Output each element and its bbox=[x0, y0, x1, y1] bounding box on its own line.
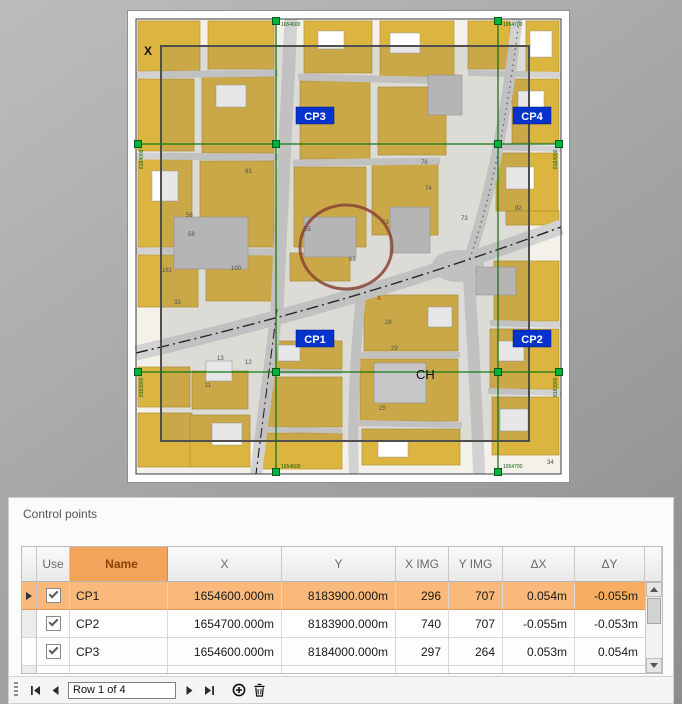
y-img-cell[interactable]: 707 bbox=[449, 610, 503, 638]
header-scroll-corner bbox=[645, 547, 662, 582]
delta-y-cell[interactable]: 0.054m bbox=[575, 638, 645, 666]
control-points-panel: Control points Use Name X Y X IMG Y IMG … bbox=[8, 497, 674, 704]
grid-y-label: 8184000 bbox=[553, 149, 559, 169]
x-img-cell[interactable]: 296 bbox=[396, 582, 449, 610]
control-points-grid: Use Name X Y X IMG Y IMG ΔX ΔY CP1 16546… bbox=[21, 546, 663, 674]
previous-record-button[interactable] bbox=[45, 680, 65, 700]
scroll-up-button[interactable] bbox=[646, 582, 662, 597]
add-plus-circle-icon bbox=[232, 683, 246, 697]
cp1-map-label[interactable]: CP1 bbox=[296, 330, 334, 347]
last-record-button[interactable] bbox=[199, 680, 219, 700]
previous-record-icon bbox=[50, 685, 61, 696]
cp2-map-label[interactable]: CP2 bbox=[513, 330, 551, 347]
header-delta-y[interactable]: ΔY bbox=[575, 547, 645, 582]
y-cell[interactable]: 8183900.000m bbox=[282, 610, 396, 638]
grid-x-label: 1654700 bbox=[503, 464, 523, 470]
name-cell[interactable]: CP1 bbox=[70, 582, 168, 610]
grid-y-label: 8183900 bbox=[553, 377, 559, 397]
name-cell[interactable]: CP3 bbox=[70, 638, 168, 666]
next-record-icon bbox=[184, 685, 195, 696]
row-indicator bbox=[22, 582, 37, 610]
header-delta-x[interactable]: ΔX bbox=[503, 547, 575, 582]
georeference-extent-rectangle[interactable] bbox=[161, 46, 529, 441]
header-y-img[interactable]: Y IMG bbox=[449, 547, 503, 582]
header-name[interactable]: Name bbox=[70, 547, 168, 582]
scrollbar-thumb[interactable] bbox=[647, 598, 661, 624]
record-position-input[interactable] bbox=[68, 682, 176, 699]
row-indicator bbox=[22, 666, 37, 673]
trash-icon bbox=[253, 683, 266, 697]
last-record-icon bbox=[204, 685, 215, 696]
header-y[interactable]: Y bbox=[282, 547, 396, 582]
cp3-map-label[interactable]: CP3 bbox=[296, 107, 334, 124]
y-cell[interactable]: 8184000.000m bbox=[282, 638, 396, 666]
cp4-label-text: CP4 bbox=[521, 111, 543, 123]
scroll-down-button[interactable] bbox=[646, 658, 662, 673]
x-cell[interactable]: 1654600.000m bbox=[168, 638, 282, 666]
grid-vertical-scrollbar[interactable] bbox=[645, 582, 662, 673]
grid-x-label: 1654700 bbox=[503, 22, 523, 28]
header-use[interactable]: Use bbox=[37, 547, 70, 582]
cp2-label-text: CP2 bbox=[521, 334, 542, 346]
north-x-marker: X bbox=[144, 44, 152, 58]
cp4-map-label[interactable]: CP4 bbox=[513, 107, 551, 124]
application-window: { "map": { "x_marker": "X", "ch_label": … bbox=[0, 0, 682, 704]
row-indicator bbox=[22, 610, 37, 638]
use-checkbox[interactable] bbox=[46, 588, 61, 603]
table-row-cp3[interactable]: CP3 1654600.000m 8184000.000m 297 264 0.… bbox=[22, 638, 662, 666]
x-cell[interactable]: 1654700.000m bbox=[168, 610, 282, 638]
current-row-arrow-icon bbox=[26, 592, 32, 600]
grid-x-label: 1654600 bbox=[281, 22, 301, 28]
header-x-img[interactable]: X IMG bbox=[396, 547, 449, 582]
map-viewport[interactable]: 65 68 63 74 73 92 161 33 100 83 13 12 28… bbox=[127, 10, 570, 483]
delta-x-cell[interactable]: 0.054m bbox=[503, 582, 575, 610]
navigator-grip-handle[interactable] bbox=[14, 682, 18, 698]
header-x[interactable]: X bbox=[168, 547, 282, 582]
x-img-cell[interactable]: 740 bbox=[396, 610, 449, 638]
red-cross-marker: x bbox=[377, 293, 381, 302]
scroll-up-arrow-icon bbox=[650, 587, 658, 592]
grid-body: CP1 1654600.000m 8183900.000m 296 707 0.… bbox=[22, 582, 662, 673]
name-cell[interactable]: CP2 bbox=[70, 610, 168, 638]
first-record-button[interactable] bbox=[25, 680, 45, 700]
panel-title: Control points bbox=[9, 498, 673, 530]
use-cell bbox=[37, 610, 70, 638]
next-record-button[interactable] bbox=[179, 680, 199, 700]
delete-control-point-button[interactable] bbox=[249, 680, 269, 700]
x-img-cell[interactable]: 297 bbox=[396, 638, 449, 666]
delta-y-cell[interactable]: -0.053m bbox=[575, 610, 645, 638]
grid-header-row: Use Name X Y X IMG Y IMG ΔX ΔY bbox=[22, 547, 662, 582]
delta-y-cell[interactable]: -0.055m bbox=[575, 582, 645, 610]
use-checkbox[interactable] bbox=[46, 616, 61, 631]
cp1-label-text: CP1 bbox=[304, 334, 325, 346]
grid-x-label: 1654600 bbox=[281, 464, 301, 470]
use-cell bbox=[37, 638, 70, 666]
ch-country-label: CH bbox=[416, 367, 435, 382]
y-cell[interactable]: 8183900.000m bbox=[282, 582, 396, 610]
cp3-label-text: CP3 bbox=[304, 111, 325, 123]
parcel-number: 34 bbox=[547, 460, 554, 466]
first-record-icon bbox=[30, 685, 41, 696]
scroll-down-arrow-icon bbox=[650, 663, 658, 668]
y-img-cell[interactable]: 707 bbox=[449, 582, 503, 610]
grid-y-label: 8183900 bbox=[139, 377, 145, 397]
table-row-cp1[interactable]: CP1 1654600.000m 8183900.000m 296 707 0.… bbox=[22, 582, 662, 610]
delta-x-cell[interactable]: 0.053m bbox=[503, 638, 575, 666]
grid-y-label: 8184000 bbox=[139, 149, 145, 169]
x-cell[interactable]: 1654600.000m bbox=[168, 582, 282, 610]
table-row-partial bbox=[22, 666, 662, 673]
row-indicator bbox=[22, 638, 37, 666]
delta-x-cell[interactable]: -0.055m bbox=[503, 610, 575, 638]
use-checkbox[interactable] bbox=[46, 644, 61, 659]
y-img-cell[interactable]: 264 bbox=[449, 638, 503, 666]
record-navigator bbox=[9, 676, 673, 703]
table-row-cp2[interactable]: CP2 1654700.000m 8183900.000m 740 707 -0… bbox=[22, 610, 662, 638]
header-indicator-cell bbox=[22, 547, 37, 582]
georeferencing-map[interactable]: 65 68 63 74 73 92 161 33 100 83 13 12 28… bbox=[128, 11, 569, 482]
add-control-point-button[interactable] bbox=[229, 680, 249, 700]
use-cell bbox=[37, 582, 70, 610]
